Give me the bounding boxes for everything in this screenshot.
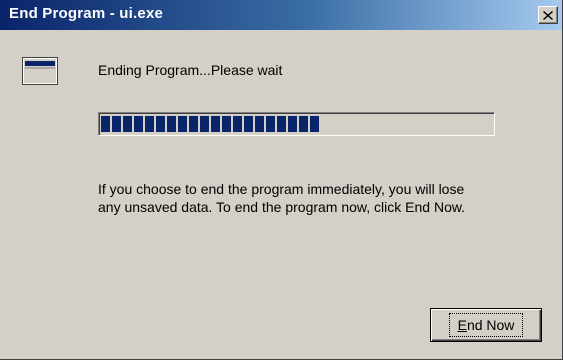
title-bar[interactable]: End Program - ui.exe bbox=[0, 0, 562, 30]
progress-bar bbox=[98, 112, 495, 136]
warning-message: If you choose to end the program immedia… bbox=[98, 180, 538, 216]
end-now-label-rest: nd Now bbox=[466, 317, 515, 333]
window-title: End Program - ui.exe bbox=[9, 5, 164, 22]
warning-line: If you choose to end the program immedia… bbox=[98, 181, 465, 197]
window-icon bbox=[22, 57, 58, 85]
end-now-mnemonic: E bbox=[457, 317, 467, 333]
end-now-button[interactable]: End Now bbox=[430, 308, 542, 342]
progress-fill bbox=[101, 116, 321, 132]
close-button[interactable] bbox=[538, 6, 558, 24]
end-program-dialog: End Program - ui.exe Ending Program...Pl… bbox=[0, 0, 563, 360]
status-message: Ending Program...Please wait bbox=[98, 62, 283, 78]
warning-line: any unsaved data. To end the program now… bbox=[98, 199, 466, 215]
end-now-label: End Now bbox=[448, 313, 524, 337]
close-icon bbox=[543, 10, 553, 20]
